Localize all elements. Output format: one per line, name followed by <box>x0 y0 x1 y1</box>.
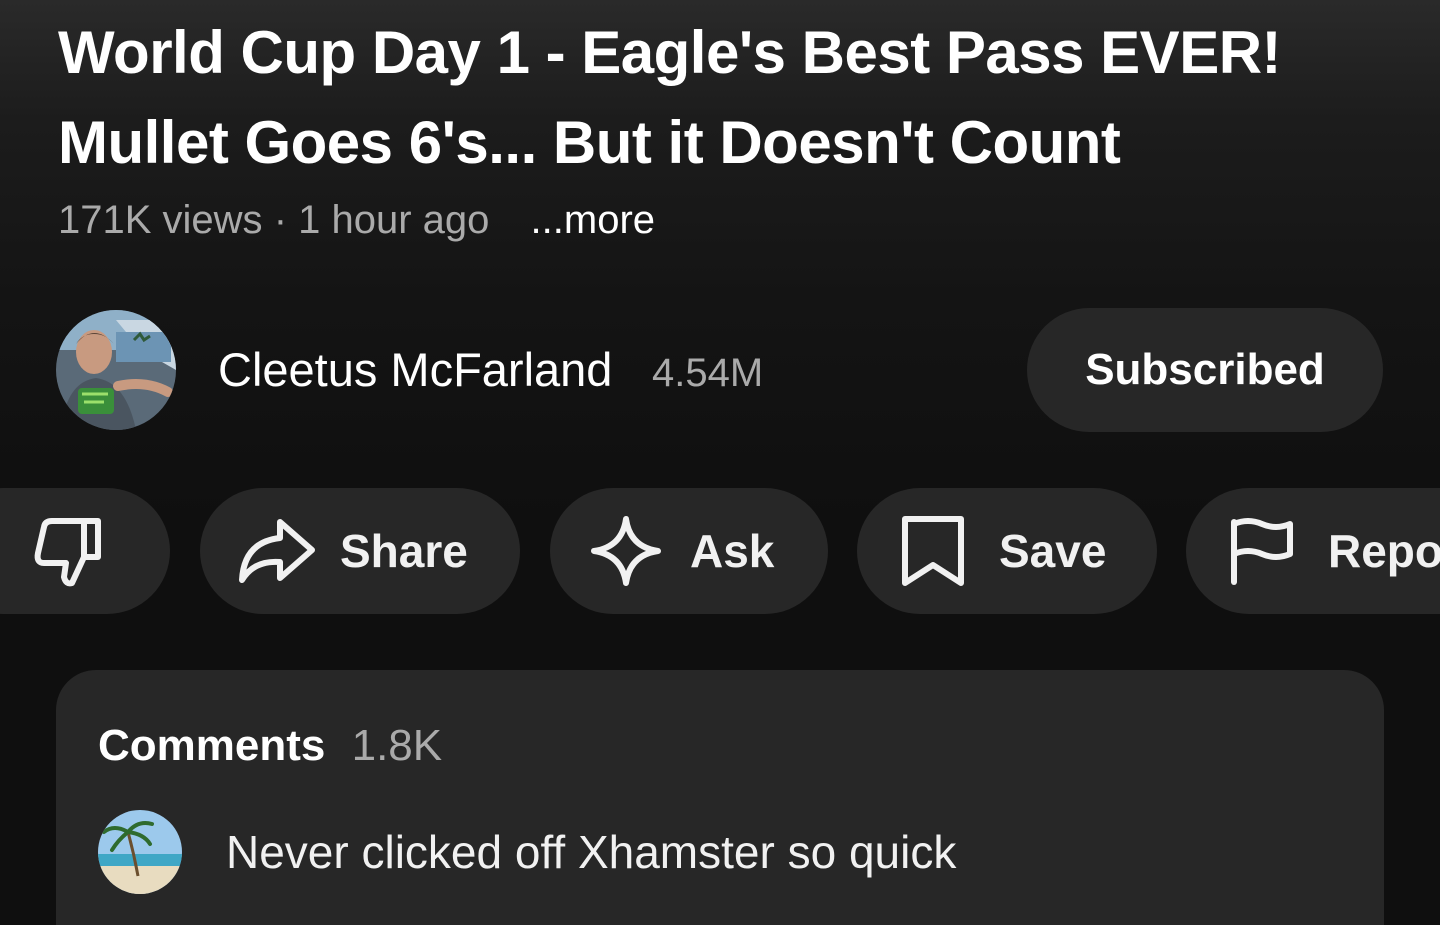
comments-count: 1.8K <box>351 721 443 770</box>
meta-separator: · <box>273 198 288 242</box>
video-title[interactable]: World Cup Day 1 - Eagle's Best Pass EVER… <box>58 8 1398 188</box>
save-button[interactable]: Save <box>857 488 1157 614</box>
channel-avatar-image <box>56 310 176 430</box>
share-button[interactable]: Share <box>200 488 520 614</box>
ask-label: Ask <box>690 525 775 577</box>
channel-row: Cleetus McFarland 4.54M Subscribed <box>56 308 1386 432</box>
action-bar: Share Ask Save Repo <box>0 488 1440 614</box>
comments-header: Comments 1.8K <box>98 720 442 772</box>
share-arrow-icon <box>236 516 316 586</box>
channel-name[interactable]: Cleetus McFarland <box>218 342 612 398</box>
save-label: Save <box>999 525 1107 577</box>
more-link[interactable]: ...more <box>531 198 655 242</box>
ask-button[interactable]: Ask <box>550 488 828 614</box>
commenter-avatar[interactable] <box>98 810 182 894</box>
beach-palm-avatar-icon <box>98 810 182 894</box>
bookmark-icon <box>901 515 965 587</box>
channel-avatar[interactable] <box>56 310 176 430</box>
top-comment-text: Never clicked off Xhamster so quick <box>226 826 957 878</box>
report-button[interactable]: Repo <box>1186 488 1440 614</box>
comments-card[interactable]: Comments 1.8K Never clicked off Xhamster… <box>56 670 1384 925</box>
video-meta[interactable]: 171K views · 1 hour ago ...more <box>58 196 655 244</box>
flag-icon <box>1228 516 1294 586</box>
sparkle-icon <box>590 515 662 587</box>
comments-title: Comments <box>98 721 326 770</box>
report-label: Repo <box>1328 525 1440 577</box>
upload-age: 1 hour ago <box>298 198 490 242</box>
view-count: 171K views <box>58 198 263 242</box>
thumbs-down-icon <box>32 513 106 589</box>
subscribed-button[interactable]: Subscribed <box>1027 308 1383 432</box>
video-details-page: World Cup Day 1 - Eagle's Best Pass EVER… <box>0 0 1440 925</box>
dislike-button[interactable] <box>0 488 170 614</box>
share-label: Share <box>340 525 468 577</box>
subscriber-count: 4.54M <box>652 351 764 395</box>
